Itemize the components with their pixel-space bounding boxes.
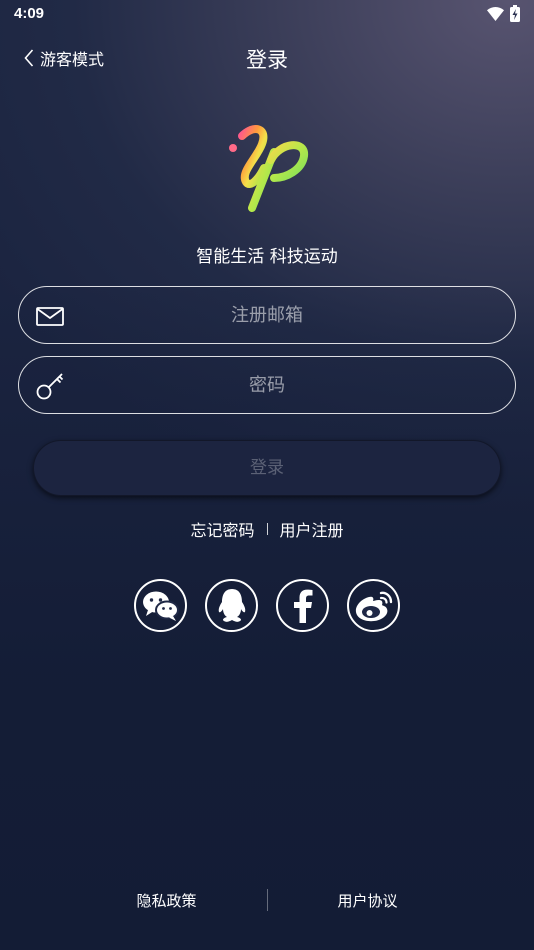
wechat-login-button[interactable]	[134, 579, 187, 632]
forgot-password-link[interactable]: 忘记密码	[190, 517, 254, 541]
key-icon	[36, 373, 64, 400]
qq-login-button[interactable]	[205, 579, 258, 632]
header: 游客模式 登录	[0, 38, 534, 78]
status-icons	[487, 5, 520, 22]
page-title: 登录	[246, 48, 288, 72]
mail-icon	[36, 307, 64, 326]
email-field[interactable]	[18, 286, 516, 344]
weibo-icon	[355, 591, 392, 621]
slogan: 智能生活 科技运动	[196, 247, 338, 267]
register-link[interactable]: 用户注册	[280, 517, 344, 541]
login-button[interactable]: 登录	[33, 440, 501, 496]
weibo-login-button[interactable]	[347, 579, 400, 632]
app-logo	[229, 125, 308, 212]
privacy-policy-link[interactable]: 隐私政策	[67, 890, 267, 911]
facebook-login-button[interactable]	[276, 579, 329, 632]
account-links: 忘记密码 用户注册	[0, 517, 534, 541]
status-time: 4:09	[14, 5, 45, 22]
email-input[interactable]	[79, 287, 455, 343]
password-field[interactable]	[18, 356, 516, 414]
link-divider	[266, 523, 268, 535]
qq-icon	[218, 588, 245, 622]
status-bar: 4:09	[0, 0, 534, 28]
user-agreement-link[interactable]: 用户协议	[268, 890, 468, 911]
password-input[interactable]	[79, 357, 455, 413]
social-login	[134, 579, 400, 632]
wifi-icon	[487, 6, 504, 21]
battery-icon	[510, 5, 520, 22]
footer: 隐私政策 用户协议	[0, 888, 534, 912]
facebook-icon	[293, 589, 312, 623]
wechat-icon	[142, 591, 179, 621]
